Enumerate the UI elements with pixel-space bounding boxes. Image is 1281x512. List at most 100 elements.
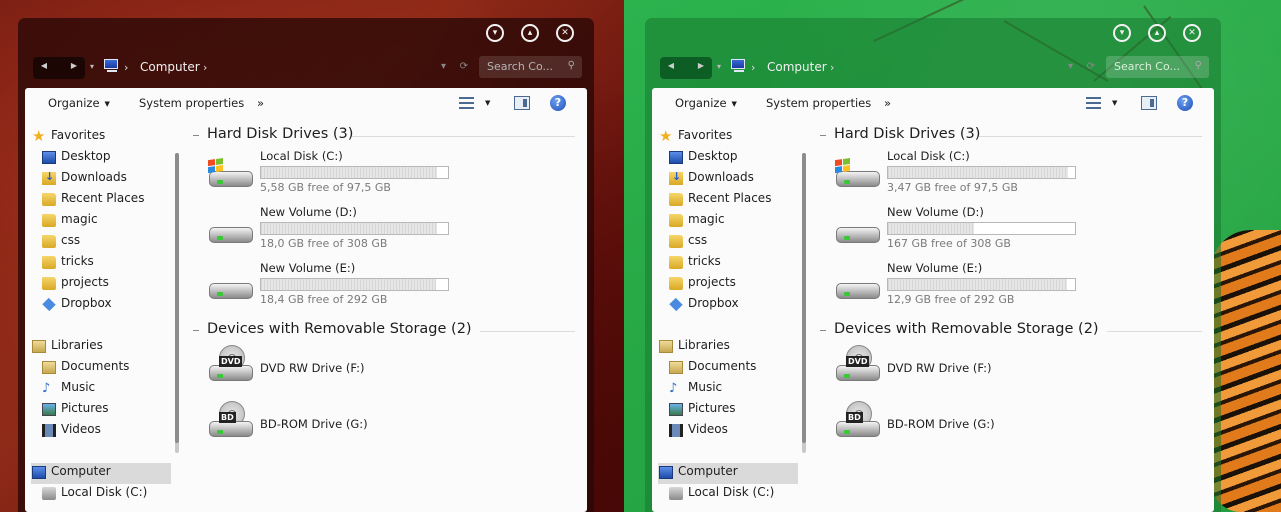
drive-item[interactable]: Local Disk (C:) 5,58 GB free of 97,5 GB	[207, 149, 587, 201]
sidebar-item[interactable]: Videos	[42, 422, 101, 440]
sidebar-item-label: Recent Places	[688, 191, 772, 205]
removable-drive-item[interactable]: DVD DVD RW Drive (F:)	[207, 343, 587, 395]
help-icon[interactable]: ?	[1177, 95, 1193, 111]
sidebar-item[interactable]: Videos	[669, 422, 728, 440]
sidebar-item[interactable]: Documents	[42, 359, 129, 377]
disc-badge: DVD	[219, 356, 243, 367]
search-input[interactable]: Search Co... ⚲	[1106, 56, 1209, 78]
sidebar-item[interactable]: ♪ Music	[42, 380, 95, 398]
sidebar-item[interactable]: css	[669, 233, 707, 251]
system-properties-button[interactable]: System properties	[139, 96, 244, 110]
sidebar-item[interactable]: Downloads	[42, 170, 127, 188]
removable-drive-item[interactable]: DVD DVD RW Drive (F:)	[834, 343, 1214, 395]
sidebar-item[interactable]: tricks	[669, 254, 721, 272]
recent-pages-dropdown-icon[interactable]: ▾	[717, 62, 721, 71]
drive-item[interactable]: New Volume (D:) 18,0 GB free of 308 GB	[207, 205, 587, 257]
sidebar-item[interactable]: magic	[42, 212, 98, 230]
search-icon[interactable]: ⚲	[1195, 60, 1202, 71]
preview-pane-icon[interactable]	[514, 96, 530, 110]
sidebar-item[interactable]: Computer	[659, 464, 738, 482]
dropbox-icon	[42, 297, 56, 312]
address-dropdown-icon[interactable]: ▾	[1068, 61, 1073, 72]
system-properties-button[interactable]: System properties	[766, 96, 871, 110]
sidebar-item[interactable]: Desktop	[669, 149, 738, 167]
forward-arrow-icon[interactable]: ▶	[696, 61, 706, 70]
refresh-icon[interactable]: ⟳	[460, 61, 468, 72]
organize-button[interactable]: Organize ▼	[675, 96, 737, 110]
view-options-chevron-icon[interactable]: ▼	[1112, 99, 1117, 107]
sidebar-item-label: Computer	[678, 464, 738, 478]
sidebar-item-label: Pictures	[61, 401, 109, 415]
refresh-icon[interactable]: ⟳	[1087, 61, 1095, 72]
breadcrumb-location[interactable]: Computer	[140, 60, 200, 74]
sidebar-item[interactable]: magic	[669, 212, 725, 230]
group-header-hard-disks[interactable]: Hard Disk Drives (3)	[192, 126, 353, 142]
sidebar-item[interactable]: Libraries	[32, 338, 103, 356]
organize-button[interactable]: Organize ▼	[48, 96, 110, 110]
sidebar-item[interactable]: Recent Places	[669, 191, 772, 209]
address-dropdown-icon[interactable]: ▾	[441, 61, 446, 72]
drive-item[interactable]: New Volume (D:) 167 GB free of 308 GB	[834, 205, 1214, 257]
search-input[interactable]: Search Co... ⚲	[479, 56, 582, 78]
change-view-icon[interactable]	[1086, 97, 1101, 109]
sidebar-item[interactable]: ★ Favorites	[32, 128, 105, 146]
breadcrumb-location[interactable]: Computer	[767, 60, 827, 74]
sidebar-item[interactable]: tricks	[42, 254, 94, 272]
group-header-removable[interactable]: Devices with Removable Storage (2)	[820, 321, 1099, 337]
more-commands-button[interactable]: »	[884, 96, 891, 110]
sidebar-item[interactable]: Downloads	[669, 170, 754, 188]
back-arrow-icon[interactable]: ◀	[666, 61, 676, 70]
sidebar-item[interactable]: Documents	[669, 359, 756, 377]
sidebar-item[interactable]: Pictures	[42, 401, 109, 419]
breadcrumb-chevron-icon[interactable]: ›	[751, 61, 755, 74]
search-icon[interactable]: ⚲	[568, 60, 575, 71]
drives-content: Hard Disk Drives (3) Local Disk (C:) 3,47 …	[819, 118, 1214, 512]
sidebar-item[interactable]: Computer	[32, 464, 111, 482]
removable-drive-item[interactable]: BD BD-ROM Drive (G:)	[207, 399, 587, 451]
help-icon[interactable]: ?	[550, 95, 566, 111]
change-view-icon[interactable]	[459, 97, 474, 109]
hard-disk-icon	[207, 157, 255, 195]
sidebar-item[interactable]: Recent Places	[42, 191, 144, 209]
libraries-icon	[32, 340, 46, 353]
breadcrumb-chevron-icon[interactable]: ›	[203, 61, 207, 74]
group-header-hard-disks[interactable]: Hard Disk Drives (3)	[819, 126, 980, 142]
nav-scrollbar-thumb[interactable]	[175, 153, 179, 443]
documents-icon	[42, 361, 56, 374]
sidebar-item[interactable]: projects	[669, 275, 736, 293]
minimize-icon[interactable]: ▾	[1113, 24, 1131, 42]
drive-item[interactable]: New Volume (E:) 18,4 GB free of 292 GB	[207, 261, 587, 313]
sidebar-item[interactable]: Dropbox	[669, 296, 739, 314]
recent-pages-dropdown-icon[interactable]: ▾	[90, 62, 94, 71]
view-options-chevron-icon[interactable]: ▼	[485, 99, 490, 107]
maximize-icon[interactable]: ▴	[1148, 24, 1166, 42]
preview-pane-icon[interactable]	[1141, 96, 1157, 110]
sidebar-item[interactable]: Local Disk (C:)	[42, 485, 147, 503]
sidebar-item-label: Music	[688, 380, 723, 394]
group-header-removable[interactable]: Devices with Removable Storage (2)	[193, 321, 472, 337]
drive-item[interactable]: Local Disk (C:) 3,47 GB free of 97,5 GB	[834, 149, 1214, 201]
close-icon[interactable]: ✕	[1183, 24, 1201, 42]
forward-arrow-icon[interactable]: ▶	[69, 61, 79, 70]
sidebar-item[interactable]: Libraries	[659, 338, 730, 356]
hard-disk-icon	[207, 213, 255, 251]
sidebar-item[interactable]: Local Disk (C:)	[669, 485, 774, 503]
breadcrumb-chevron-icon[interactable]: ›	[830, 61, 834, 74]
removable-drive-item[interactable]: BD BD-ROM Drive (G:)	[834, 399, 1214, 451]
maximize-icon[interactable]: ▴	[521, 24, 539, 42]
back-arrow-icon[interactable]: ◀	[39, 61, 49, 70]
close-icon[interactable]: ✕	[556, 24, 574, 42]
drive-item[interactable]: New Volume (E:) 12,9 GB free of 292 GB	[834, 261, 1214, 313]
sidebar-item[interactable]: ♪ Music	[669, 380, 723, 398]
sidebar-item[interactable]: Desktop	[42, 149, 111, 167]
sidebar-item[interactable]: ★ Favorites	[659, 128, 732, 146]
folder-icon	[669, 235, 683, 248]
sidebar-item[interactable]: Pictures	[669, 401, 736, 419]
sidebar-item[interactable]: projects	[42, 275, 109, 293]
more-commands-button[interactable]: »	[257, 96, 264, 110]
minimize-icon[interactable]: ▾	[486, 24, 504, 42]
nav-scrollbar-thumb[interactable]	[802, 153, 806, 443]
sidebar-item[interactable]: Dropbox	[42, 296, 112, 314]
sidebar-item[interactable]: css	[42, 233, 80, 251]
breadcrumb-chevron-icon[interactable]: ›	[124, 61, 128, 74]
